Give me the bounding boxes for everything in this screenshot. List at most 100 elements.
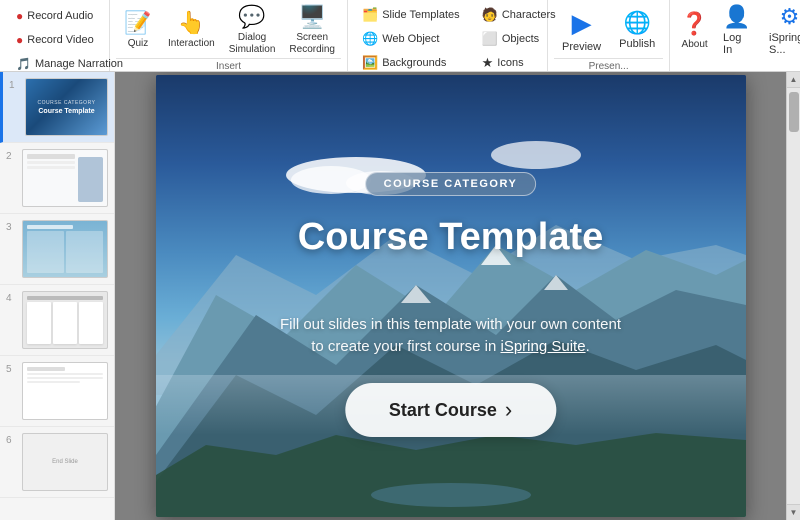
publish-section-title: Presen... (554, 58, 663, 72)
content-library-section: 🗂️ Slide Templates 🧑 Characters 🌐 Web Ob… (348, 0, 548, 71)
narration-items: ● Record Audio ● Record Video 🎵 Manage N… (10, 6, 99, 72)
insert-buttons: 📝 Quiz 👆 Interaction 💬 DialogSimulation … (116, 4, 341, 56)
manage-narration-button[interactable]: 🎵 Manage Narration (10, 54, 99, 72)
login-button[interactable]: 👤 Log In (715, 4, 759, 56)
slide-number-2: 2 (6, 151, 18, 162)
slide-2-inner (23, 150, 107, 206)
slide-thumb-2[interactable]: 2 (0, 143, 114, 214)
main-content: 1 COURSE CATEGORY Course Template 2 (0, 72, 800, 520)
record-video-label: Record Video (27, 34, 93, 46)
slide-3-title (27, 225, 73, 229)
slide-preview-4 (22, 291, 108, 349)
slide-thumb-5[interactable]: 5 (0, 356, 114, 427)
dialog-sim-button[interactable]: 💬 DialogSimulation (223, 4, 282, 56)
slide-thumb-6[interactable]: 6 End Slide (0, 427, 114, 498)
slide-subtitle: Fill out slides in this template with yo… (241, 314, 661, 359)
insert-section-title: Insert (116, 58, 341, 72)
slide-2-line2 (27, 161, 75, 164)
ispring-icon: ⚙ (780, 4, 800, 30)
slide-4-inner (23, 292, 107, 348)
slide-thumb-4[interactable]: 4 (0, 285, 114, 356)
start-course-button[interactable]: Start Course › (345, 383, 556, 437)
characters-icon: 🧑 (482, 7, 498, 23)
quiz-icon: 📝 (124, 10, 151, 36)
interaction-label: Interaction (168, 38, 215, 50)
slide-2-line1 (27, 154, 75, 159)
slide-4-title (27, 296, 103, 300)
backgrounds-button[interactable]: 🖼️ Backgrounds (356, 52, 466, 72)
slide-preview-1: COURSE CATEGORY Course Template (25, 78, 108, 136)
publish-icon: 🌐 (623, 10, 650, 36)
slide-4-card1 (27, 302, 51, 344)
ispring-suite-label: iSpring S... (769, 32, 800, 56)
slide-5-inner (23, 363, 107, 419)
record-audio-label: Record Audio (27, 10, 93, 22)
icons-icon: ★ (482, 55, 494, 71)
slide-5-title (27, 367, 65, 371)
slide-templates-icon: 🗂️ (362, 7, 378, 23)
quiz-button[interactable]: 📝 Quiz (116, 4, 160, 56)
slide-preview-5 (22, 362, 108, 420)
ispring-suite-link: iSpring Suite (501, 338, 586, 355)
record-audio-button[interactable]: ● Record Audio (10, 6, 99, 26)
dialog-icon: 💬 (238, 4, 265, 30)
category-badge: COURSE CATEGORY (365, 172, 537, 196)
record-video-icon: ● (16, 33, 23, 47)
slide-thumb-3[interactable]: 3 (0, 214, 114, 285)
record-video-button[interactable]: ● Record Video (10, 30, 99, 50)
slide-number-6: 6 (6, 435, 18, 446)
slide-6-text: End Slide (52, 459, 78, 465)
login-icon: 👤 (723, 4, 750, 30)
login-label: Log In (723, 32, 751, 56)
preview-icon: ▶ (572, 8, 592, 39)
screen-recording-button[interactable]: 🖥️ ScreenRecording (283, 4, 341, 56)
preview-button[interactable]: ▶ Preview (554, 4, 609, 56)
slide-number-5: 5 (6, 364, 18, 375)
quiz-label: Quiz (128, 38, 149, 50)
slide-3-img1 (27, 231, 64, 273)
slide-5-l3 (27, 381, 80, 383)
slide-4-card2 (53, 302, 77, 344)
mountains-svg (156, 75, 746, 517)
interaction-button[interactable]: 👆 Interaction (162, 4, 221, 56)
publish-button[interactable]: 🌐 Publish (611, 4, 663, 56)
narration-section: ● Record Audio ● Record Video 🎵 Manage N… (0, 0, 110, 71)
start-button-label: Start Course (389, 400, 497, 421)
slide-subtitle-line1: Fill out slides in this template with yo… (280, 316, 621, 333)
slide-thumb-1[interactable]: 1 COURSE CATEGORY Course Template (0, 72, 114, 143)
web-object-icon: 🌐 (362, 31, 378, 47)
slide-5-l2 (27, 377, 103, 379)
help-button[interactable]: ❓ About (676, 4, 713, 56)
toolbar: ● Record Audio ● Record Video 🎵 Manage N… (0, 0, 800, 72)
scroll-track (787, 88, 800, 504)
slide-number-1: 1 (9, 80, 21, 91)
slide-4-card3 (79, 302, 103, 344)
insert-section: 📝 Quiz 👆 Interaction 💬 DialogSimulation … (110, 0, 348, 71)
ispring-suite-button[interactable]: ⚙ iSpring S... (761, 4, 800, 56)
slide-3-inner (23, 221, 107, 277)
publish-section: ▶ Preview 🌐 Publish Presen... (548, 0, 670, 71)
icons-label: Icons (497, 57, 523, 69)
slide-4-cards (27, 302, 103, 344)
slide-3-img2 (66, 231, 103, 273)
scroll-up-button[interactable]: ▲ (787, 72, 800, 88)
slide-panel: 1 COURSE CATEGORY Course Template 2 (0, 72, 115, 520)
slide-1-cat: COURSE CATEGORY (38, 100, 96, 106)
slide-number-4: 4 (6, 293, 18, 304)
slide-templates-button[interactable]: 🗂️ Slide Templates (356, 4, 466, 26)
record-audio-icon: ● (16, 9, 23, 23)
slide-2-person (78, 157, 103, 202)
slide-area: COURSE CATEGORY Course Template Fill out… (115, 72, 786, 520)
scroll-thumb[interactable] (789, 92, 799, 132)
backgrounds-label: Backgrounds (382, 57, 446, 69)
web-object-label: Web Object (382, 33, 439, 45)
slide-1-title: Course Template (38, 108, 94, 115)
slide-title: Course Template (156, 216, 746, 259)
slide-2-line3 (27, 166, 75, 169)
help-icon: ❓ (681, 11, 708, 37)
objects-label: Objects (502, 33, 539, 45)
web-object-button[interactable]: 🌐 Web Object (356, 28, 466, 50)
slide-2-content (27, 154, 75, 202)
scroll-down-button[interactable]: ▼ (787, 504, 800, 520)
slide-3-images (27, 231, 103, 273)
